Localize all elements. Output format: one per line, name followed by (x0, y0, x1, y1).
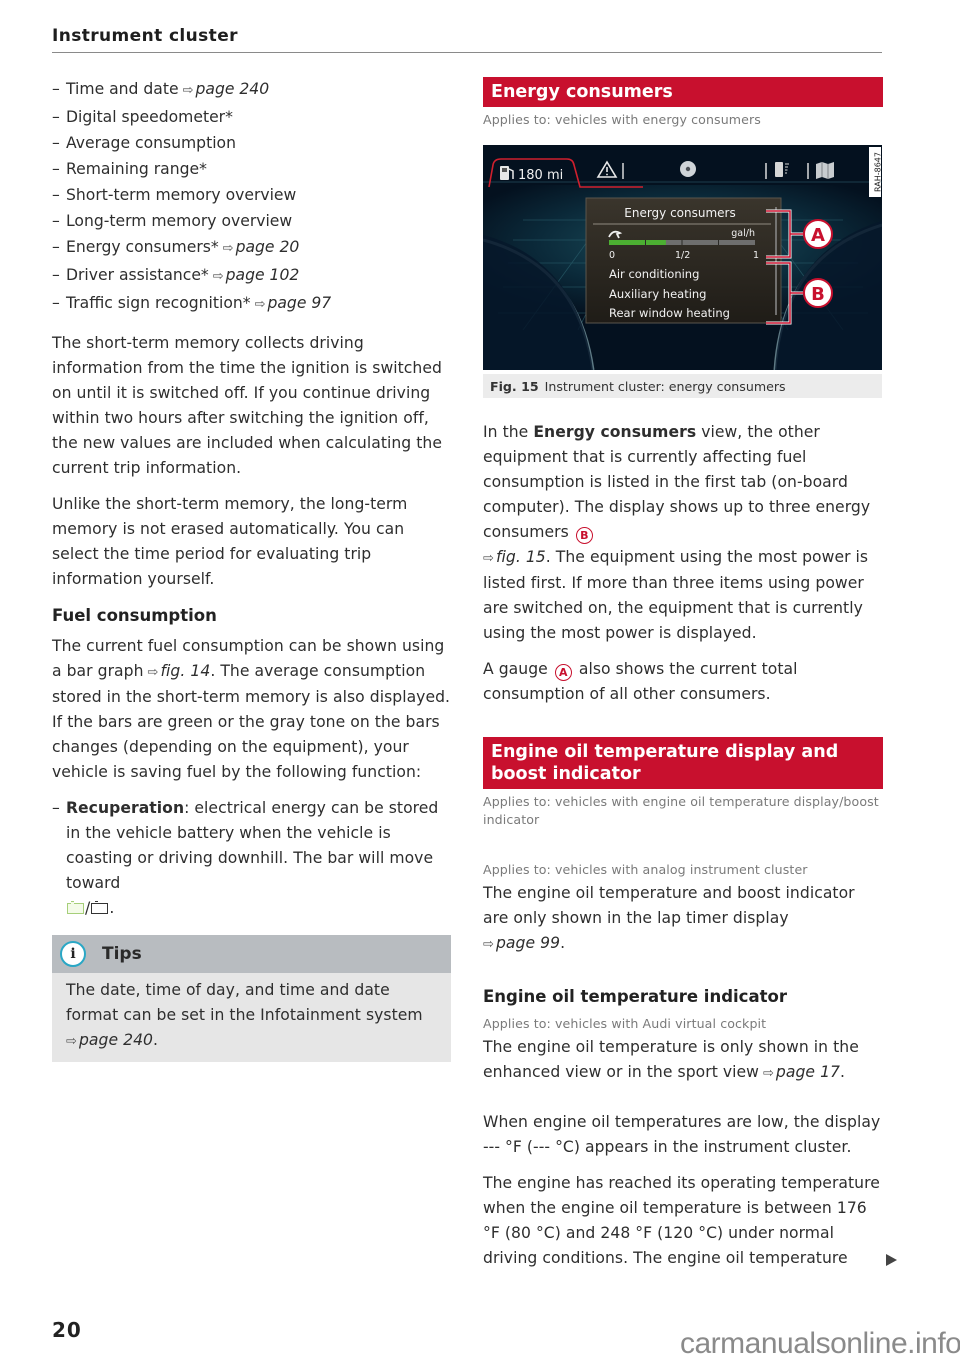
figure-code: RAH-8647 (874, 152, 883, 192)
fuel-consumption-heading: Fuel consumption (52, 606, 217, 625)
fuel-consumption-paragraph: The current fuel consumption can be show… (52, 637, 451, 781)
applies-to-note: Applies to: vehicles with energy consume… (483, 112, 761, 127)
continue-arrow-icon (886, 1254, 897, 1266)
gauge-scale-max: 1 (753, 250, 759, 261)
list-item: Short-term memory overview (52, 182, 452, 208)
page-number: 20 (52, 1318, 82, 1342)
arrow-icon: ⇨ (212, 269, 224, 284)
list-item: Digital speedometer* (52, 104, 452, 130)
map-icon (816, 162, 834, 179)
display-options-list: Time and date⇨page 240 Digital speedomet… (52, 76, 452, 318)
battery-icon (91, 901, 109, 914)
consumer-item: Air conditioning (609, 267, 699, 281)
energy-consumers-heading: Energy consumers (483, 77, 883, 107)
tips-box: i Tips The date, time of day, and time a… (52, 935, 451, 1062)
applies-to-note: Applies to: vehicles with engine oil tem… (483, 794, 879, 827)
gauge-unit: gal/h (731, 228, 755, 239)
operating-temp-paragraph: The engine has reached its operating tem… (483, 1174, 880, 1267)
range-readout: 180 mi (518, 168, 563, 183)
short-term-memory-paragraph: The short-term memory collects driving i… (52, 334, 442, 477)
arrow-icon: ⇨ (147, 665, 159, 680)
gauge-scale-mid: 1/2 (675, 250, 690, 261)
consumer-item: Rear window heating (609, 306, 730, 320)
arrow-icon: ⇨ (483, 551, 494, 566)
page-link[interactable]: page 97 (267, 294, 331, 312)
recuperation-label: Recuperation (66, 799, 185, 817)
energy-consumers-paragraph: In the Energy consumers view, the other … (483, 423, 871, 642)
callout-b-label: B (811, 284, 825, 305)
page-link[interactable]: page 99 (496, 934, 560, 952)
virtual-cockpit-paragraph: The engine oil temperature is only shown… (483, 1038, 859, 1081)
figure-link[interactable]: fig. 14 (160, 662, 210, 680)
watermark: carmanualsonline.info (680, 1327, 960, 1360)
long-term-memory-paragraph: Unlike the short-term memory, the long-t… (52, 495, 408, 588)
section-title: Instrument cluster (52, 26, 238, 46)
applies-to-note: Applies to: vehicles with Audi virtual c… (483, 1016, 767, 1031)
page-link[interactable]: page 240 (79, 1031, 153, 1049)
tips-header: i Tips (52, 935, 451, 973)
instrument-cluster-screen: 180 mi Energy consumers gal/h 0 1/2 1 Ai… (482, 145, 883, 371)
figure-15: 180 mi Energy consumers gal/h 0 1/2 1 Ai… (482, 145, 883, 398)
page-link[interactable]: page 17 (776, 1063, 840, 1081)
left-column: Time and date⇨page 240 Digital speedomet… (52, 76, 452, 1062)
gauge-paragraph: A gauge A also shows the current total c… (483, 660, 798, 703)
header-rule (52, 52, 882, 53)
gauge-scale-min: 0 (609, 250, 615, 261)
page-link[interactable]: page 240 (195, 80, 269, 98)
tips-title: Tips (102, 944, 142, 964)
list-item: Long-term memory overview (52, 208, 452, 234)
arrow-icon: ⇨ (483, 937, 494, 952)
arrow-icon: ⇨ (66, 1034, 77, 1049)
arrow-icon: ⇨ (762, 1066, 774, 1081)
list-item: Traffic sign recognition*⇨page 97 (52, 290, 452, 318)
info-icon: i (60, 941, 86, 967)
page-link[interactable]: page 20 (236, 238, 300, 256)
list-item: Average consumption (52, 130, 452, 156)
tips-body: The date, time of day, and time and date… (66, 981, 423, 1049)
arrow-icon: ⇨ (182, 83, 194, 98)
figure-caption: Fig. 15 Instrument cluster: energy consum… (483, 374, 882, 398)
low-temp-paragraph: When engine oil temperatures are low, th… (483, 1113, 881, 1156)
arrow-icon: ⇨ (222, 241, 234, 256)
lap-timer-paragraph: The engine oil temperature and boost ind… (483, 884, 855, 952)
consumer-item: Auxiliary heating (609, 287, 707, 301)
page-header: Instrument cluster (52, 26, 882, 53)
list-item: Remaining range* (52, 156, 452, 182)
arrow-icon: ⇨ (254, 297, 266, 312)
gauge-fill (609, 240, 666, 245)
panel-title: Energy consumers (624, 206, 736, 220)
right-column: Energy consumers Applies to: vehicles wi… (482, 77, 883, 1282)
list-item: Time and date⇨page 240 (52, 76, 452, 104)
callout-a-label: A (811, 225, 825, 246)
applies-to-note: Applies to: vehicles with analog instrum… (483, 862, 808, 877)
engine-oil-heading: Engine oil temperature display and boost… (483, 737, 883, 789)
oil-temp-indicator-heading: Engine oil temperature indicator (483, 987, 787, 1006)
list-item: Driver assistance*⇨page 102 (52, 262, 452, 290)
page-link[interactable]: page 102 (226, 266, 300, 284)
recuperation-item: Recuperation: electrical energy can be s… (52, 796, 452, 921)
callout-b-badge: B (575, 527, 593, 544)
list-item: Energy consumers*⇨page 20 (52, 234, 452, 262)
media-disc-icon (680, 161, 696, 177)
figure-link[interactable]: fig. 15 (496, 548, 546, 566)
callout-a-badge: A (554, 664, 572, 681)
battery-green-icon (67, 901, 84, 914)
